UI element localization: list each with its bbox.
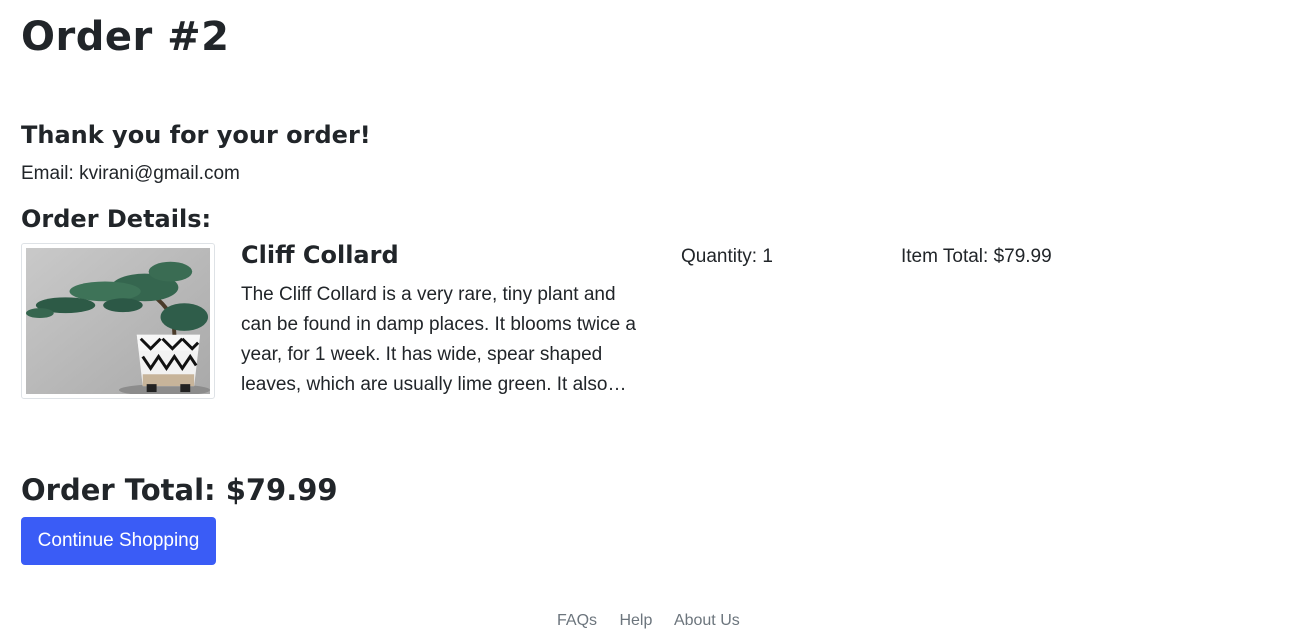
order-total: Order Total: $79.99 (21, 473, 338, 507)
order-email: Email: kvirani@gmail.com (21, 163, 240, 184)
thank-you-heading: Thank you for your order! (21, 121, 371, 149)
footer-link-faqs[interactable]: FAQs (557, 612, 597, 629)
order-details-heading: Order Details: (21, 205, 212, 233)
product-thumbnail (21, 243, 215, 399)
product-description: The Cliff Collard is a very rare, tiny p… (241, 284, 637, 395)
page-title: Order #2 (21, 14, 230, 60)
order-page: Order #2 Thank you for your order! Email… (21, 0, 1292, 622)
footer-links: FAQs Help About Us (557, 612, 758, 630)
footer-link-about-us[interactable]: About Us (674, 612, 740, 629)
product-name: Cliff Collard (241, 241, 399, 269)
footer-link-help[interactable]: Help (619, 612, 652, 629)
product-item-total: Item Total: $79.99 (901, 246, 1052, 267)
bonsai-plant-image (26, 248, 210, 394)
continue-shopping-button[interactable]: Continue Shopping (21, 517, 216, 565)
product-quantity: Quantity: 1 (681, 246, 773, 267)
